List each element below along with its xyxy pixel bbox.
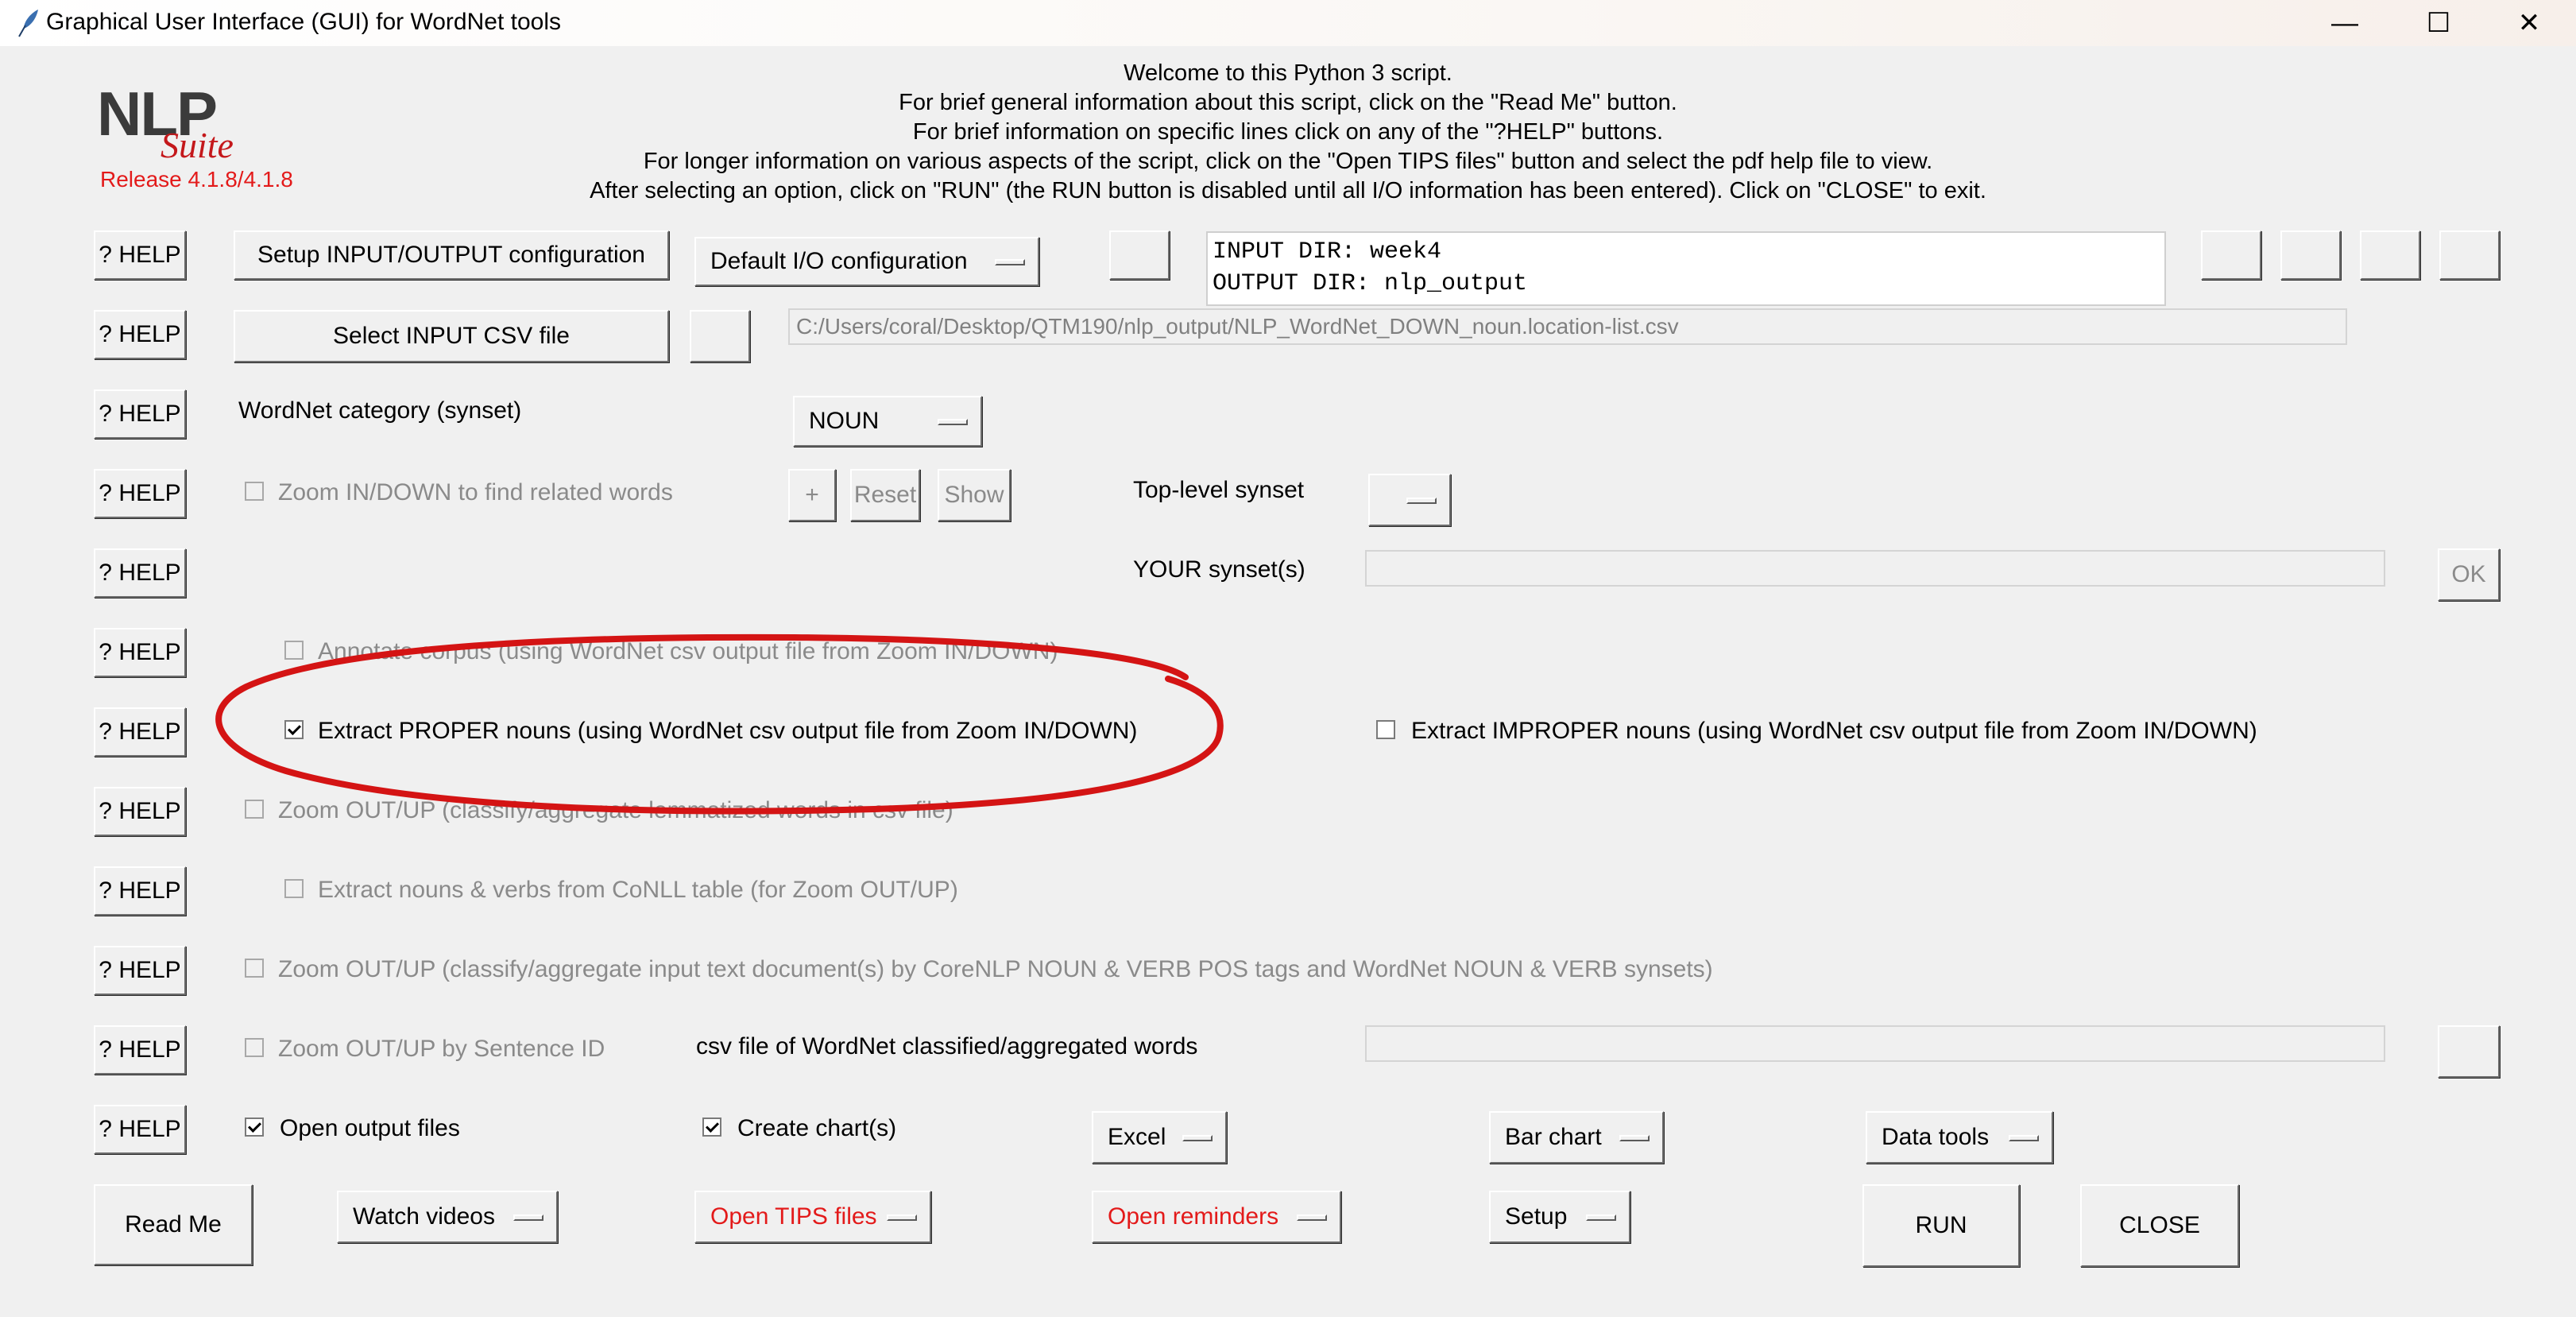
close-window-icon[interactable]: ✕ (2482, 0, 2576, 46)
minimize-icon[interactable]: — (2298, 0, 2392, 46)
main-window: NLP Suite Release 4.1.8/4.1.8 Welcome to… (0, 46, 2576, 1317)
annotation-ellipse (215, 633, 1224, 815)
window-titlebar: Graphical User Interface (GUI) for WordN… (0, 0, 2576, 47)
feather-icon (18, 10, 38, 37)
window-title: Graphical User Interface (GUI) for WordN… (46, 9, 561, 35)
maximize-icon[interactable]: ☐ (2392, 0, 2485, 46)
